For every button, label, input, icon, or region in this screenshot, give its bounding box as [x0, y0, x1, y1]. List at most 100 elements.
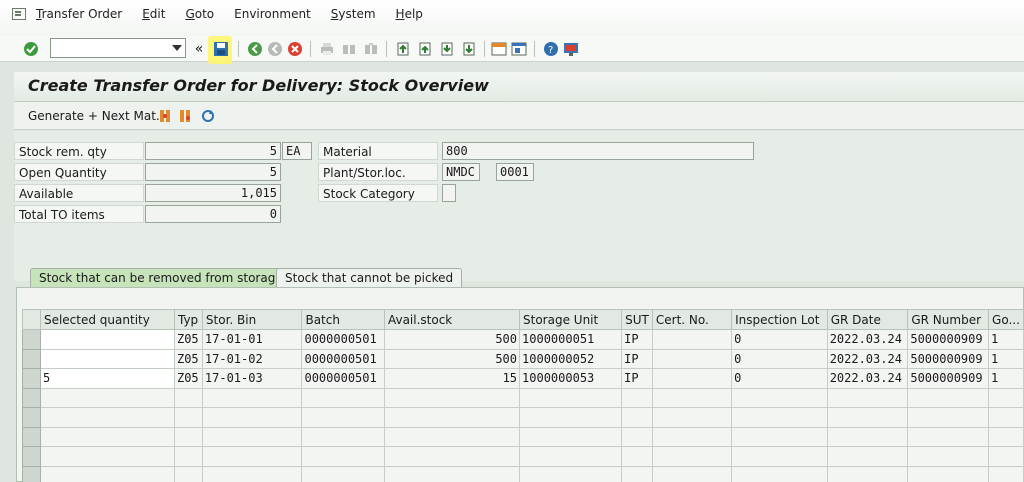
customize-layout-icon[interactable]	[562, 40, 580, 58]
table-cell	[826, 446, 909, 467]
row-selector[interactable]	[22, 368, 41, 389]
table-row-empty[interactable]	[22, 426, 1024, 447]
table-cell	[621, 446, 653, 467]
table-cell	[651, 368, 733, 389]
table-cell: 5000000909	[907, 348, 990, 369]
print-icon[interactable]	[318, 40, 336, 58]
shortcut-icon[interactable]	[510, 40, 528, 58]
create-session-icon[interactable]	[490, 40, 508, 58]
row-selector[interactable]	[22, 387, 41, 408]
table-row-empty[interactable]	[22, 465, 1024, 482]
refresh-icon[interactable]	[200, 107, 216, 125]
enter-check-icon[interactable]	[22, 40, 40, 58]
help-icon[interactable]: ?	[542, 40, 560, 58]
table-cell	[201, 426, 303, 447]
stock-rem-qty-unit[interactable]: EA	[282, 142, 312, 160]
material-label: Material	[318, 142, 438, 160]
row-selector[interactable]	[22, 329, 41, 350]
table-cell	[826, 407, 909, 428]
previous-page-icon[interactable]	[416, 40, 434, 58]
stock-rem-qty-label: Stock rem. qty	[14, 142, 144, 160]
table-cell: Z05	[173, 329, 203, 350]
table-row[interactable]: Z05 17-01-02 0000000501 500 1000000052 IP 0 202…	[22, 348, 1024, 369]
row-selector[interactable]	[22, 446, 41, 467]
table-cell	[173, 426, 203, 447]
exit-icon[interactable]	[266, 40, 284, 58]
menu-environment[interactable]: Environment	[234, 7, 311, 21]
table-cell	[301, 426, 385, 447]
find-icon[interactable]	[340, 40, 358, 58]
row-selector[interactable]	[22, 348, 41, 369]
save-icon[interactable]	[212, 40, 230, 58]
selected-quantity-input[interactable]: 5	[39, 368, 175, 389]
table-cell: 1000000053	[519, 368, 623, 389]
column-header[interactable]: GR Date	[826, 309, 909, 330]
page-title: Create Transfer Order for Delivery: Stoc…	[28, 76, 489, 95]
table-cell	[988, 465, 1024, 482]
menu-help[interactable]: Help	[396, 7, 423, 21]
table-cell	[301, 387, 385, 408]
stock-rem-qty-field[interactable]: 5	[145, 142, 281, 160]
find-next-icon[interactable]	[362, 40, 380, 58]
row-selector[interactable]	[22, 465, 41, 482]
table-cell: 2022.03.24	[826, 348, 909, 369]
collapse-chevrons-icon[interactable]: «	[192, 40, 206, 58]
cancel-icon[interactable]	[286, 40, 304, 58]
generate-all-icon[interactable]	[178, 107, 194, 125]
first-page-icon[interactable]	[394, 40, 412, 58]
menu-transfer-order[interactable]: Transfer Order	[36, 7, 122, 21]
menu-system[interactable]: System	[331, 7, 376, 21]
selected-quantity-input[interactable]	[39, 329, 175, 350]
menu-icon[interactable]	[12, 8, 26, 20]
total-to-items-field[interactable]: 0	[145, 205, 281, 223]
plant-field[interactable]: NMDC	[442, 163, 480, 181]
column-header[interactable]: Typ	[173, 309, 203, 330]
table-cell	[39, 387, 175, 408]
open-quantity-field[interactable]: 5	[145, 163, 281, 181]
column-header[interactable]: Batch	[301, 309, 385, 330]
column-header[interactable]: Cert. No.	[651, 309, 733, 330]
table-row-empty[interactable]	[22, 387, 1024, 408]
tab-unpickable-stock[interactable]: Stock that cannot be picked	[276, 268, 463, 288]
command-field[interactable]	[50, 38, 186, 58]
table-row[interactable]: Z05 17-01-01 0000000501 500 1000000051 IP 0 202…	[22, 329, 1024, 350]
table-cell	[826, 387, 909, 408]
column-header[interactable]: Go...	[988, 309, 1024, 330]
back-icon[interactable]	[246, 40, 264, 58]
menu-edit[interactable]: Edit	[142, 7, 165, 21]
selected-quantity-input[interactable]	[39, 348, 175, 369]
generate-next-mat-button[interactable]: Generate + Next Mat.	[28, 109, 160, 123]
row-selector-header[interactable]	[22, 309, 41, 330]
stock-category-field[interactable]	[442, 184, 456, 202]
material-field[interactable]: 800	[442, 142, 754, 160]
table-cell	[201, 465, 303, 482]
available-field[interactable]: 1,015	[145, 184, 281, 202]
table-cell	[731, 407, 828, 428]
table-cell: 0	[731, 368, 828, 389]
toolbar-separator	[238, 41, 239, 57]
table-row[interactable]: 5 Z05 17-01-03 0000000501 15 1000000053 IP 0 202…	[22, 368, 1024, 389]
column-header[interactable]: SUT	[621, 309, 653, 330]
row-selector[interactable]	[22, 407, 41, 428]
row-selector[interactable]	[22, 426, 41, 447]
last-page-icon[interactable]	[460, 40, 478, 58]
menu-goto[interactable]: Goto	[185, 7, 214, 21]
table-row-empty[interactable]	[22, 446, 1024, 467]
column-header[interactable]: Stor. Bin	[201, 309, 303, 330]
column-header[interactable]: Storage Unit	[519, 309, 623, 330]
table-cell	[383, 387, 521, 408]
column-header[interactable]: Avail.stock	[383, 309, 521, 330]
table-cell	[201, 446, 303, 467]
chevron-down-icon[interactable]	[172, 45, 182, 51]
table-cell	[826, 426, 909, 447]
generate-icon[interactable]	[158, 107, 174, 125]
column-header[interactable]: GR Number	[907, 309, 990, 330]
column-header[interactable]: Inspection Lot	[731, 309, 828, 330]
table-row-empty[interactable]	[22, 407, 1024, 428]
next-page-icon[interactable]	[438, 40, 456, 58]
table-cell	[651, 387, 733, 408]
tab-removable-stock[interactable]: Stock that can be removed from storage	[30, 268, 292, 288]
toolbar-separator	[310, 41, 311, 57]
column-header[interactable]: Selected quantity	[39, 309, 175, 330]
storage-location-field[interactable]: 0001	[496, 163, 534, 181]
